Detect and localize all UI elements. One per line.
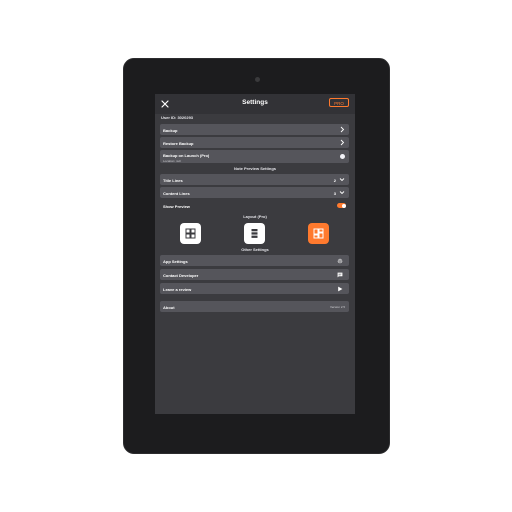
layout-list-button[interactable]	[244, 223, 265, 244]
app-settings-label: App Settings	[163, 258, 188, 264]
camera-dot	[255, 77, 260, 82]
layout-grid-button[interactable]	[180, 223, 201, 244]
close-icon[interactable]	[160, 99, 170, 109]
gear-icon	[337, 258, 343, 263]
layout-staggered-button[interactable]	[308, 223, 329, 244]
top-bar: Settings PRO	[155, 94, 355, 114]
chevron-right-icon	[340, 126, 345, 133]
backup-label: Backup	[163, 127, 178, 133]
layout-section-title: Layout (Pro)	[243, 214, 267, 219]
about-label: About	[163, 304, 175, 310]
restore-backup-label: Restore Backup	[163, 140, 194, 146]
page-title: Settings	[242, 99, 268, 106]
content-lines-row[interactable]: Content Lines 3	[160, 187, 349, 198]
backup-on-launch-label: Backup on Launch (Pro)	[163, 152, 210, 158]
chevron-right-icon	[340, 139, 345, 146]
chevron-down-icon[interactable]	[339, 189, 345, 196]
leave-review-row[interactable]: Leave a review	[160, 283, 349, 294]
backup-row[interactable]: Backup	[160, 124, 349, 135]
contact-developer-row[interactable]: Contact Developer	[160, 269, 349, 280]
backup-location-label: Location: null	[163, 159, 181, 163]
about-row[interactable]: About Version 2.5	[160, 301, 349, 312]
title-lines-value: 2	[333, 177, 336, 183]
pro-button[interactable]: PRO	[329, 98, 349, 107]
show-preview-toggle[interactable]	[337, 203, 346, 208]
chevron-down-icon[interactable]	[339, 176, 345, 183]
staggered-grid-icon	[313, 228, 324, 239]
backup-on-launch-row[interactable]: Backup on Launch (Pro) Location: null	[160, 150, 349, 163]
grid-icon	[185, 228, 196, 239]
content-lines-label: Content Lines	[163, 190, 190, 196]
settings-screen: Settings PRO User ID: 3020293 Backup Res…	[155, 94, 355, 414]
show-preview-row: Show Preview	[160, 200, 349, 211]
chat-icon	[337, 272, 343, 277]
title-lines-label: Title Lines	[163, 177, 183, 183]
contact-developer-label: Contact Developer	[163, 272, 199, 278]
user-id-label: User ID: 3020293	[161, 115, 194, 120]
content-lines-value: 3	[333, 190, 336, 196]
note-preview-section-title: Note Preview Settings	[233, 166, 276, 171]
list-icon	[251, 229, 258, 238]
play-store-icon	[338, 286, 343, 291]
other-settings-section-title: Other Settings	[241, 247, 269, 252]
show-preview-label: Show Preview	[163, 203, 190, 209]
toggle-knob	[341, 203, 346, 208]
restore-backup-row[interactable]: Restore Backup	[160, 137, 349, 148]
app-settings-row[interactable]: App Settings	[160, 255, 349, 266]
leave-review-label: Leave a review	[163, 286, 192, 292]
backup-launch-toggle[interactable]	[340, 154, 345, 159]
title-lines-row[interactable]: Title Lines 2	[160, 174, 349, 185]
version-label: Version 2.5	[329, 304, 345, 309]
